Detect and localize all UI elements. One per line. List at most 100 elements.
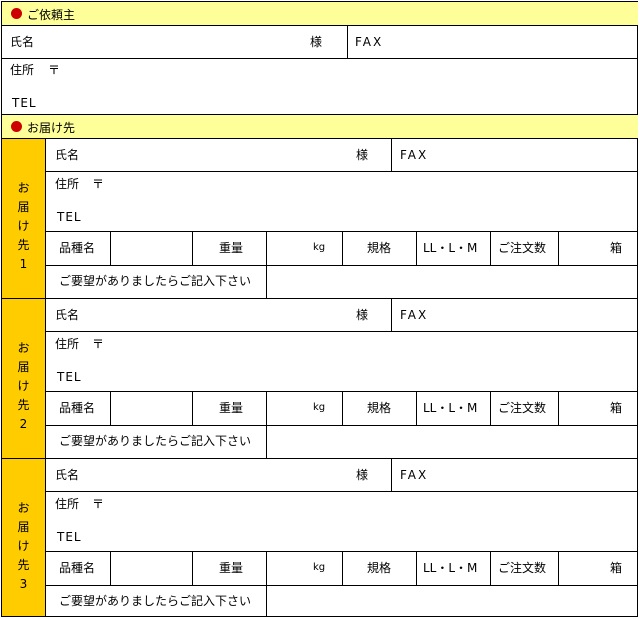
destination-header: お届け先 [2,115,638,139]
honorific: 様 [356,308,369,322]
honorific: 様 [356,148,369,162]
tel-field[interactable] [94,521,636,549]
name-label: 氏名 [55,148,80,162]
size-options[interactable]: LL・L・M [423,561,477,575]
side-char: 先 [17,238,30,252]
requester-tel-field[interactable] [48,89,636,114]
fax-label: FAX [400,468,429,482]
weight-label: 重量 [219,241,244,255]
red-bullet-icon [11,8,22,19]
name-field[interactable] [92,139,348,171]
request-field[interactable] [267,586,638,616]
requester-honorific: 様 [310,35,323,49]
quantity-field[interactable] [559,552,609,585]
requester-address-label: 住所 [10,63,35,77]
postal-mark: 〒 [92,497,105,511]
delivery-block-2: お 届 け 先 2 氏名 様 FAX 住所 〒 TEL 品種名 重量 kg 規格… [2,299,638,459]
address-label: 住所 [55,177,80,191]
box-unit: 箱 [610,561,623,575]
quantity-label: ご注文数 [498,401,547,415]
fax-label: FAX [400,308,429,322]
side-char: 3 [19,577,28,591]
request-field[interactable] [267,426,638,459]
side-char: お [17,501,30,515]
quantity-field[interactable] [559,392,609,425]
delivery-block-3: お 届 け 先 3 氏名 様 FAX 住所 〒 TEL 品種名 重量 kg 規格… [2,459,638,616]
fax-field[interactable] [442,459,638,491]
size-options[interactable]: LL・L・M [423,241,477,255]
order-form: ご依頼主 氏名 様 FAX 住所 〒 TEL お届け先 お 届 け 先 1 氏名… [1,1,638,617]
weight-unit: kg [313,402,326,413]
side-char: 2 [19,417,28,431]
size-options[interactable]: LL・L・M [423,401,477,415]
weight-field[interactable] [267,232,342,265]
request-label: ご要望がありましたらご記入下さい [59,274,252,288]
weight-field[interactable] [267,552,342,585]
fax-field[interactable] [442,299,638,331]
box-unit: 箱 [610,241,623,255]
requester-fax-field[interactable] [402,26,638,58]
tel-field[interactable] [94,201,636,229]
requester-postal-mark: 〒 [48,63,61,77]
product-label: 品種名 [59,401,96,415]
weight-label: 重量 [219,401,244,415]
address-field[interactable] [110,172,636,198]
requester-address-field[interactable] [66,59,636,87]
delivery-block-1: お 届 け 先 1 氏名 様 FAX 住所 〒 TEL 品種名 重量 kg 規格… [2,139,638,299]
fax-field[interactable] [442,139,638,171]
request-field[interactable] [267,266,638,299]
quantity-label: ご注文数 [498,561,547,575]
requester-name-row: 氏名 様 FAX [2,26,638,59]
tel-label: TEL [57,210,82,224]
delivery-side-label: お 届 け 先 3 [2,459,46,616]
side-char: 先 [17,558,30,572]
delivery-side-label: お 届 け 先 2 [2,299,46,459]
request-label: ご要望がありましたらご記入下さい [59,594,252,608]
name-label: 氏名 [55,468,80,482]
name-field[interactable] [92,299,348,331]
side-char: け [17,379,30,393]
product-field[interactable] [111,232,192,265]
product-field[interactable] [111,552,192,585]
spec-label: 規格 [367,401,392,415]
quantity-field[interactable] [559,232,609,265]
spec-label: 規格 [367,241,392,255]
spec-label: 規格 [367,561,392,575]
destination-heading: お届け先 [27,121,76,135]
product-field[interactable] [111,392,192,425]
side-char: お [17,341,30,355]
side-char: お [17,181,30,195]
address-field[interactable] [110,492,636,518]
side-char: 届 [17,360,30,374]
requester-fax-label: FAX [355,35,384,49]
postal-mark: 〒 [92,337,105,351]
requester-heading: ご依頼主 [27,8,76,22]
postal-mark: 〒 [92,177,105,191]
request-label: ご要望がありましたらご記入下さい [59,434,252,448]
requester-header: ご依頼主 [2,2,638,26]
tel-label: TEL [57,370,82,384]
tel-label: TEL [57,530,82,544]
name-field[interactable] [92,459,348,491]
name-label: 氏名 [55,308,80,322]
fax-label: FAX [400,148,429,162]
weight-label: 重量 [219,561,244,575]
requester-address-block: 住所 〒 TEL [2,59,638,115]
side-char: け [17,539,30,553]
requester-name-label: 氏名 [10,35,35,49]
address-field[interactable] [110,332,636,358]
red-bullet-icon [11,121,22,132]
side-char: 1 [19,257,28,271]
side-char: 先 [17,398,30,412]
requester-name-field[interactable] [48,26,304,58]
tel-field[interactable] [94,361,636,389]
side-char: け [17,219,30,233]
weight-field[interactable] [267,392,342,425]
delivery-side-label: お 届 け 先 1 [2,139,46,299]
honorific: 様 [356,468,369,482]
requester-tel-label: TEL [12,96,37,110]
address-label: 住所 [55,337,80,351]
weight-unit: kg [313,562,326,573]
box-unit: 箱 [610,401,623,415]
product-label: 品種名 [59,561,96,575]
